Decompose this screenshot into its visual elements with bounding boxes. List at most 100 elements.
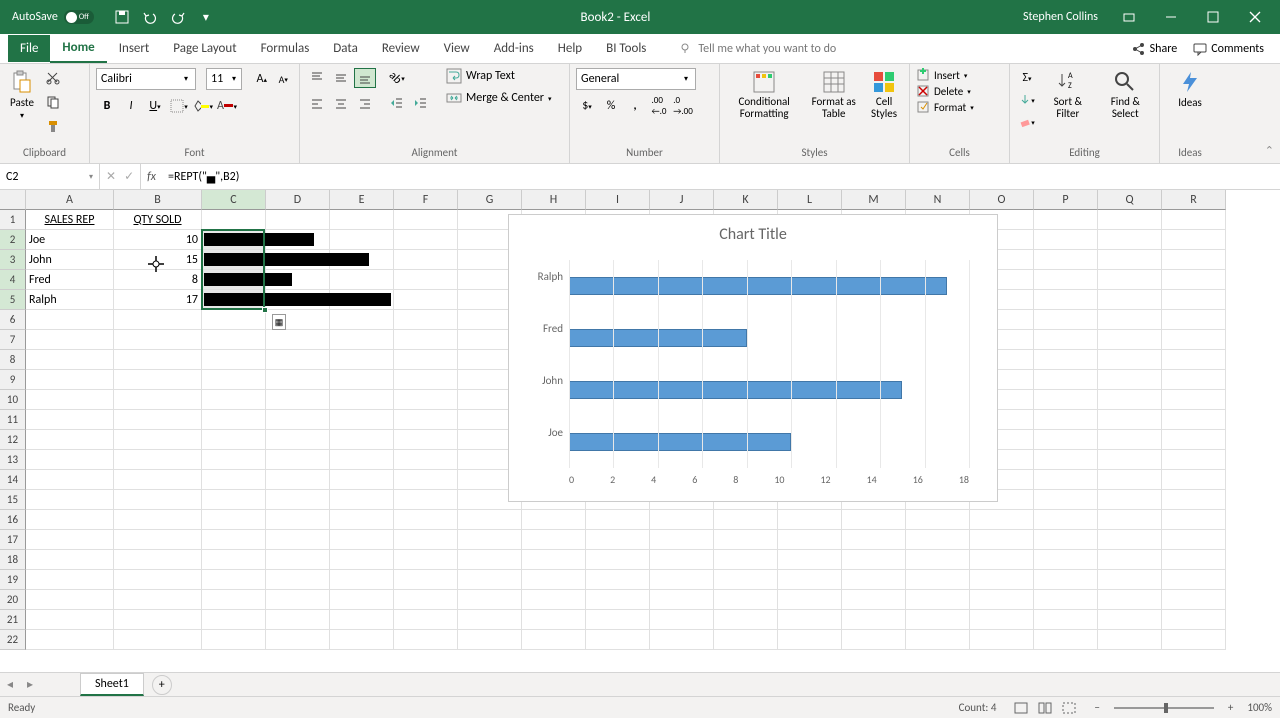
cell[interactable] [1098, 550, 1162, 570]
column-header[interactable]: A [26, 190, 114, 210]
cell[interactable] [330, 550, 394, 570]
cell[interactable] [1098, 430, 1162, 450]
cell[interactable] [778, 630, 842, 650]
cell[interactable] [266, 550, 330, 570]
column-header[interactable]: I [586, 190, 650, 210]
cell[interactable] [1098, 350, 1162, 370]
cell[interactable] [906, 590, 970, 610]
cell[interactable] [330, 470, 394, 490]
cell[interactable] [26, 310, 114, 330]
cell[interactable] [1162, 470, 1226, 490]
cell[interactable] [650, 630, 714, 650]
cell[interactable] [778, 510, 842, 530]
cell[interactable] [522, 530, 586, 550]
row-header[interactable]: 10 [0, 390, 26, 410]
cell[interactable] [1098, 470, 1162, 490]
cell[interactable] [458, 510, 522, 530]
tab-insert[interactable]: Insert [107, 35, 162, 62]
cell[interactable] [26, 510, 114, 530]
row-header[interactable]: 3 [0, 250, 26, 270]
cell[interactable] [1162, 570, 1226, 590]
cell[interactable] [114, 530, 202, 550]
cell[interactable]: 17 [114, 290, 202, 310]
cell[interactable] [1098, 610, 1162, 630]
ribbon-display-button[interactable] [1108, 3, 1150, 31]
conditional-formatting-button[interactable]: Conditional Formatting [726, 68, 802, 122]
cell[interactable] [842, 630, 906, 650]
tab-addins[interactable]: Add-ins [482, 35, 546, 62]
fill-color-button[interactable]: ▾ [192, 96, 214, 116]
fill-handle[interactable] [262, 307, 268, 313]
cell[interactable] [522, 570, 586, 590]
decrease-decimal-button[interactable]: .0→.00 [672, 96, 694, 116]
cell[interactable] [330, 310, 394, 330]
cell[interactable] [394, 370, 458, 390]
cell[interactable] [1098, 590, 1162, 610]
cell[interactable] [1098, 310, 1162, 330]
row-header[interactable]: 20 [0, 590, 26, 610]
select-all-button[interactable] [0, 190, 26, 210]
cell[interactable] [970, 630, 1034, 650]
row-header[interactable]: 13 [0, 450, 26, 470]
cell[interactable] [114, 390, 202, 410]
cell[interactable] [202, 450, 266, 470]
merge-center-button[interactable]: Merge & Center▾ [446, 90, 552, 106]
cell[interactable] [330, 530, 394, 550]
row-header[interactable]: 5 [0, 290, 26, 310]
cell[interactable] [26, 490, 114, 510]
cut-button[interactable] [42, 68, 64, 88]
cell-styles-button[interactable]: Cell Styles [865, 68, 903, 122]
cell[interactable] [778, 550, 842, 570]
tab-help[interactable]: Help [546, 35, 594, 62]
column-header[interactable]: E [330, 190, 394, 210]
cell[interactable] [970, 590, 1034, 610]
underline-button[interactable]: U▾ [144, 96, 166, 116]
cell[interactable] [394, 470, 458, 490]
zoom-out-button[interactable]: − [1094, 701, 1099, 714]
zoom-level[interactable]: 100% [1247, 701, 1272, 714]
cell[interactable]: 10 [114, 230, 202, 250]
cell[interactable] [114, 490, 202, 510]
tab-data[interactable]: Data [321, 35, 370, 62]
redo-button[interactable] [166, 5, 190, 29]
cell[interactable] [266, 430, 330, 450]
cell[interactable] [394, 570, 458, 590]
find-select-button[interactable]: Find & Select [1098, 68, 1153, 122]
column-header[interactable]: N [906, 190, 970, 210]
cell[interactable] [842, 550, 906, 570]
fx-button[interactable]: fx [141, 164, 162, 189]
cell[interactable] [1162, 370, 1226, 390]
row-header[interactable]: 1 [0, 210, 26, 230]
cell[interactable] [26, 470, 114, 490]
cell[interactable] [330, 590, 394, 610]
cell[interactable] [1098, 570, 1162, 590]
column-header[interactable]: R [1162, 190, 1226, 210]
cell[interactable] [266, 370, 330, 390]
column-header[interactable]: D [266, 190, 330, 210]
cell[interactable] [970, 550, 1034, 570]
cell[interactable] [114, 350, 202, 370]
cell[interactable] [330, 490, 394, 510]
cell[interactable]: SALES REP [26, 210, 114, 230]
align-center-button[interactable] [330, 94, 352, 114]
cell[interactable] [202, 310, 266, 330]
user-name[interactable]: Stephen Collins [1013, 10, 1108, 24]
cell[interactable] [114, 410, 202, 430]
cell[interactable] [1034, 630, 1098, 650]
cell[interactable] [26, 530, 114, 550]
cell[interactable] [842, 610, 906, 630]
decrease-font-button[interactable]: A▾ [274, 69, 293, 89]
cell[interactable] [650, 570, 714, 590]
column-header[interactable]: J [650, 190, 714, 210]
cell[interactable] [114, 450, 202, 470]
cell[interactable] [1162, 210, 1226, 230]
cell[interactable] [330, 510, 394, 530]
cell[interactable] [1162, 630, 1226, 650]
cell[interactable] [394, 270, 458, 290]
cell[interactable] [266, 350, 330, 370]
font-color-button[interactable]: A▾ [216, 96, 238, 116]
tab-bitools[interactable]: BI Tools [594, 35, 658, 62]
comments-button[interactable]: Comments [1193, 42, 1264, 56]
cell[interactable] [1034, 450, 1098, 470]
page-layout-view-button[interactable] [1034, 698, 1056, 718]
